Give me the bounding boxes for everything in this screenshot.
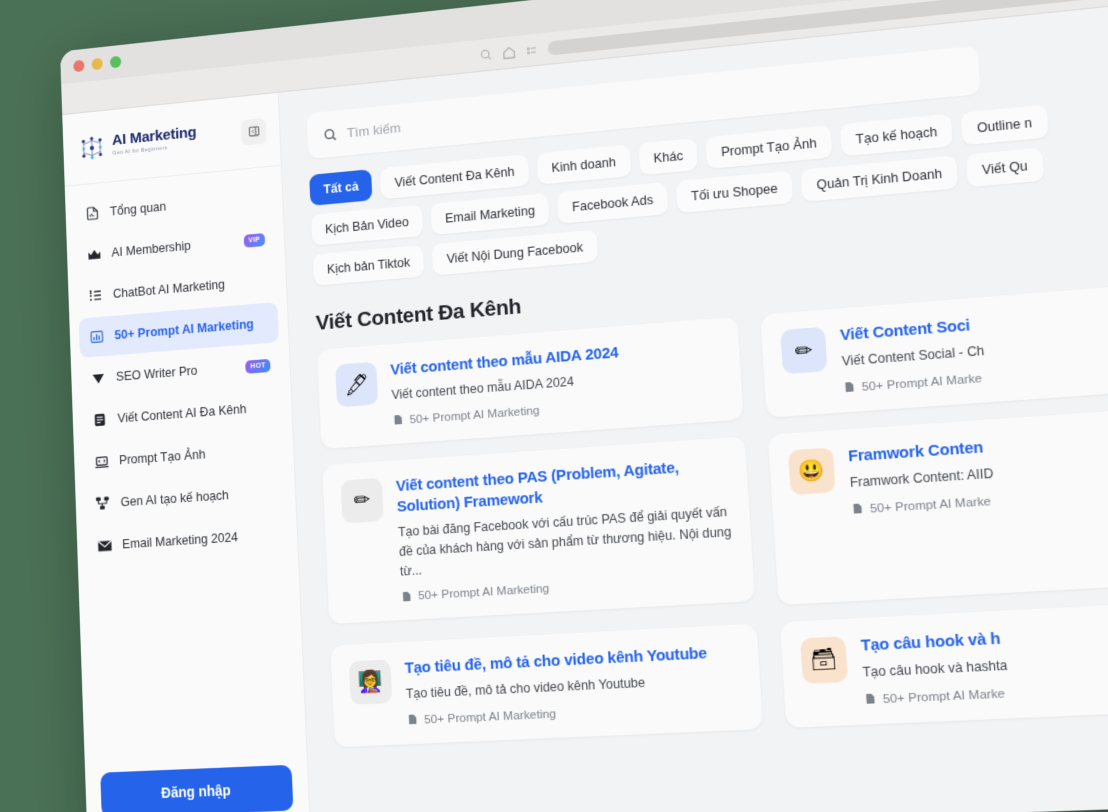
document-icon [866,693,875,705]
prompt-card-meta-label: 50+ Prompt AI Marke [869,492,992,516]
prompt-card-meta-label: 50+ Prompt AI Marke [861,370,983,394]
laptop-icon [93,452,110,471]
document-icon [853,503,862,514]
prompt-card-meta-label: 50+ Prompt AI Marketing [409,402,540,427]
login-button[interactable]: Đăng nhập [100,764,294,812]
filter-chip[interactable]: Kinh doanh [536,144,631,185]
prompt-card[interactable]: 👩‍🏫 Tạo tiêu đề, mô tả cho video kênh Yo… [330,623,764,748]
sidebar-item-label: Viết Content AI Đa Kênh [117,401,247,426]
filter-chip[interactable]: Kịch bản Tiktok [312,244,425,286]
document-icon [845,382,854,393]
reader-mode-icon[interactable] [526,43,539,56]
pencil-icon: ✏ [780,326,828,375]
minimize-window-button[interactable] [91,57,103,71]
filter-chip[interactable]: Khác [638,138,699,176]
search-input[interactable]: Tìm kiếm [347,120,402,140]
prompt-card-meta: 50+ Prompt AI Marke [843,370,987,395]
filter-chip[interactable]: Facebook Ads [557,182,669,224]
card-file-box-icon: 🗃 [800,636,849,684]
prompt-card-title: Tạo câu hook và h [860,629,1001,655]
prompt-card-meta: 50+ Prompt AI Marke [851,493,996,517]
prompt-card-desc: Viết Content Social - Ch [841,343,985,370]
ai-network-logo-icon [81,132,103,164]
filter-chip[interactable]: Outline n [960,104,1049,146]
prompt-card[interactable]: 🖋 Viết content theo mẫu AIDA 2024 Viết c… [317,316,744,450]
sidebar-item-label: Prompt Tạo Ảnh [118,447,206,468]
document-icon [402,591,411,602]
vip-badge: VIP [243,232,266,248]
filter-chip[interactable]: Tạo kế hoạch [839,113,954,157]
hot-badge: HOT [245,358,271,374]
close-window-button[interactable] [73,59,85,73]
app-body: AI Marketing Gen AI for Beginners Tổng q… [62,2,1108,812]
panel-collapse-icon [247,124,260,138]
home-icon[interactable] [502,45,517,60]
browser-window: AI Marketing Gen AI for Beginners Tổng q… [60,0,1108,812]
report-icon [84,204,101,223]
filter-chip[interactable]: Email Marketing [430,193,550,236]
sitemap-icon [94,494,111,513]
prompt-card-meta: 50+ Prompt AI Marke [864,685,1010,707]
filter-chip[interactable]: Quản Trị Kinh Doanh [800,155,959,203]
prompt-card-meta-label: 50+ Prompt AI Marketing [423,705,557,727]
sidebar-footer: Đăng nhập [85,748,311,812]
filter-chip[interactable]: Viết Nội Dung Facebook [431,229,599,276]
prompt-card-desc: Framwork Content: AIID [849,466,994,491]
search-icon[interactable] [479,48,493,62]
filter-chip[interactable]: Tối ưu Shopee [675,170,794,214]
prompt-card-desc: Tạo câu hook và hashta [862,657,1009,681]
teacher-icon: 👩‍🏫 [348,659,393,705]
sidebar-nav: Tổng quan AI Membership VIP ChatBot AI M… [65,166,299,577]
list-icon [87,286,104,305]
document-icon [408,714,417,725]
filter-chip[interactable]: Kịch Bản Video [310,204,424,246]
pencil-icon: ✏ [340,477,384,524]
screenshot-stage: AI Marketing Gen AI for Beginners Tổng q… [0,0,1108,812]
prompt-card-meta-label: 50+ Prompt AI Marke [882,685,1006,707]
sidebar-collapse-button[interactable] [240,117,267,146]
sidebar: AI Marketing Gen AI for Beginners Tổng q… [62,92,312,812]
prompt-card[interactable]: ✏ Viết Content Soci Viết Content Social … [760,278,1108,418]
maximize-window-button[interactable] [109,55,122,69]
filter-chip[interactable]: Viết Qu [965,147,1045,188]
sidebar-item-label: Gen AI tạo kế hoạch [120,488,230,510]
fountain-pen-icon: 🖋 [335,361,379,408]
prompt-card[interactable]: 🗃 Tạo câu hook và h Tạo câu hook và hash… [779,597,1108,728]
document-icon [394,415,403,425]
sidebar-item-label: Tổng quan [109,199,167,219]
envelope-icon [96,536,114,555]
inbox-icon [91,410,108,429]
crown-icon [85,245,102,264]
prompt-card-meta-label: 50+ Prompt AI Marketing [417,580,550,603]
sidebar-item-label: Email Marketing 2024 [121,530,239,552]
sidebar-item-label: ChatBot AI Marketing [112,277,226,301]
prompt-card-meta: 50+ Prompt AI Marketing [407,699,711,727]
main-content: Tìm kiếm Tất cả Viết Content Đa Kênh Kin… [278,2,1108,812]
filter-chip[interactable]: Prompt Tạo Ảnh [705,125,833,170]
search-icon [322,126,337,142]
diamond-icon [90,369,107,388]
sidebar-item-label: 50+ Prompt AI Marketing [114,316,254,343]
prompt-card-grid: 🖋 Viết content theo mẫu AIDA 2024 Viết c… [317,278,1108,748]
filter-chip[interactable]: Viết Content Đa Kênh [380,154,530,200]
grinning-face-icon: 😃 [787,447,836,495]
window-controls[interactable] [73,55,122,73]
brand-logo[interactable]: AI Marketing Gen AI for Beginners [78,122,198,163]
sidebar-item-label: SEO Writer Pro [115,363,198,384]
prompt-card[interactable]: 😃 Framwork Conten Framwork Content: AIID… [767,403,1108,605]
filter-chip[interactable]: Tất cả [309,169,373,206]
sidebar-item-label: AI Membership [111,238,191,260]
prompt-card-title: Framwork Conten [847,438,984,466]
prompt-card[interactable]: ✏ Viết content theo PAS (Problem, Agitat… [322,436,756,625]
bar-chart-icon [88,327,105,346]
